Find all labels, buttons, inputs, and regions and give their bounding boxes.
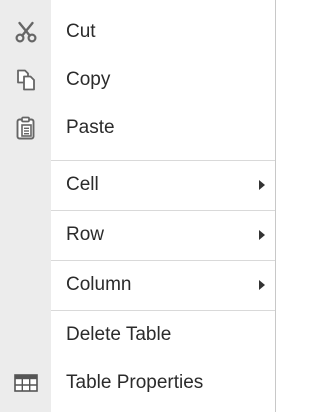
menu-item-label: Cell (66, 174, 99, 195)
context-menu: Cut Copy Paste Cell Row Column Delete Ta… (0, 0, 276, 412)
submenu-arrow-icon (259, 230, 265, 240)
scissors-icon (0, 8, 51, 56)
menu-item-column[interactable]: Column (0, 261, 275, 309)
menu-item-label: Copy (66, 69, 111, 90)
menu-item-label: Column (66, 274, 132, 295)
menu-item-cell[interactable]: Cell (0, 161, 275, 209)
clipboard-icon (0, 104, 51, 152)
menu-item-label: Table Properties (66, 372, 204, 393)
menu-item-label: Paste (66, 117, 115, 138)
menu-item-row[interactable]: Row (0, 211, 275, 259)
menu-item-paste[interactable]: Paste (0, 104, 275, 152)
menu-item-delete-table[interactable]: Delete Table (0, 311, 275, 359)
menu-item-label: Delete Table (66, 324, 172, 345)
table-icon (0, 359, 51, 407)
submenu-arrow-icon (259, 280, 265, 290)
menu-item-cut[interactable]: Cut (0, 8, 275, 56)
submenu-arrow-icon (259, 180, 265, 190)
menu-item-label: Cut (66, 21, 96, 42)
menu-item-copy[interactable]: Copy (0, 56, 275, 104)
menu-item-label: Row (66, 224, 105, 245)
menu-item-table-properties[interactable]: Table Properties (0, 359, 275, 407)
copy-icon (0, 56, 51, 104)
